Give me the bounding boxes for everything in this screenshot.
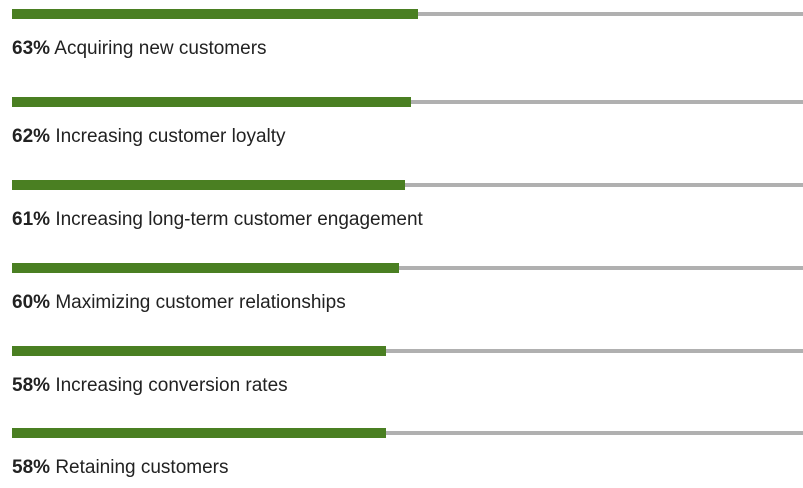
bar-fill xyxy=(12,428,386,438)
bar-value-label: 58% xyxy=(12,375,51,396)
bar-label: 58% Retaining customers xyxy=(12,456,229,480)
bar-category-label: Acquiring new customers xyxy=(54,38,267,59)
bar-track xyxy=(12,180,803,190)
bar-category-label: Increasing customer loyalty xyxy=(55,126,286,147)
bar-label: 62% Increasing customer loyalty xyxy=(12,125,286,149)
bar-row: 60% Maximizing customer relationships xyxy=(12,263,803,323)
bar-row: 58% Increasing conversion rates xyxy=(12,346,803,406)
bar-fill xyxy=(12,346,386,356)
bar-category-label: Maximizing customer relationships xyxy=(55,292,346,313)
bar-value-label: 63% xyxy=(12,38,51,59)
bar-track xyxy=(12,9,803,19)
bar-label: 58% Increasing conversion rates xyxy=(12,374,288,398)
bar-fill xyxy=(12,97,411,107)
bar-track xyxy=(12,97,803,107)
bar-fill xyxy=(12,9,418,19)
bar-value-label: 62% xyxy=(12,126,51,147)
bar-fill xyxy=(12,263,399,273)
bar-row: 63% Acquiring new customers xyxy=(12,9,803,69)
bar-label: 61% Increasing long-term customer engage… xyxy=(12,208,423,232)
bar-chart: 63% Acquiring new customers 62% Increasin… xyxy=(0,0,803,485)
bar-row: 62% Increasing customer loyalty xyxy=(12,97,803,157)
bar-fill xyxy=(12,180,405,190)
bar-track xyxy=(12,428,803,438)
bar-label: 63% Acquiring new customers xyxy=(12,37,267,61)
bar-category-label: Retaining customers xyxy=(55,457,229,478)
bar-track xyxy=(12,346,803,356)
bar-value-label: 58% xyxy=(12,457,51,478)
bar-value-label: 60% xyxy=(12,292,51,313)
bar-value-label: 61% xyxy=(12,209,51,230)
bar-track xyxy=(12,263,803,273)
bar-row: 61% Increasing long-term customer engage… xyxy=(12,180,803,240)
bar-category-label: Increasing conversion rates xyxy=(55,375,288,396)
bar-label: 60% Maximizing customer relationships xyxy=(12,291,346,315)
bar-row: 58% Retaining customers xyxy=(12,428,803,488)
bar-category-label: Increasing long-term customer engagement xyxy=(55,209,423,230)
